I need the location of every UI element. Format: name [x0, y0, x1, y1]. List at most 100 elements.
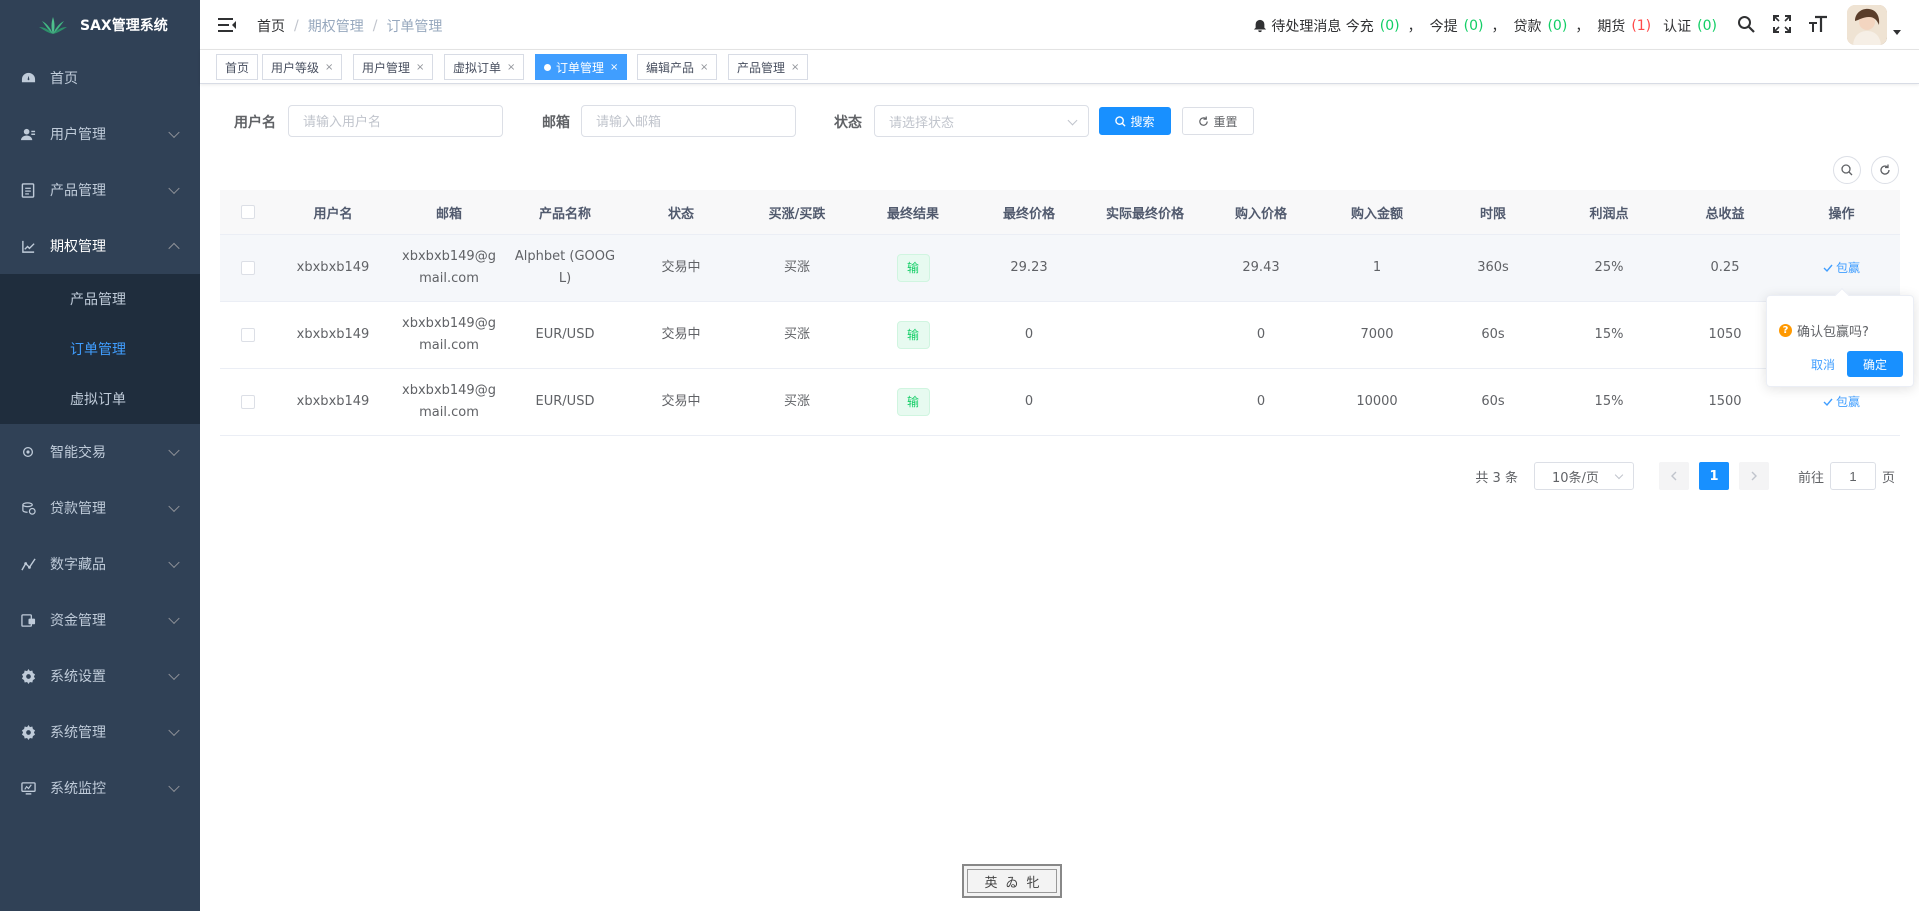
search-icon[interactable] [1735, 13, 1757, 35]
table-row[interactable]: xbxbxb149 xbxbxb149@gmail.com EUR/USD 交易… [220, 369, 1900, 436]
sidebar-item-system-settings[interactable]: 系统设置 [0, 648, 200, 704]
cell-time-limit: 60s [1481, 394, 1505, 409]
sidebar-item-digital-collections[interactable]: 数字藏品 [0, 536, 200, 592]
hamburger-icon[interactable] [217, 15, 237, 35]
header-select-all[interactable] [220, 190, 275, 234]
column-header: 状态 [667, 206, 694, 222]
breadcrumb: 首页 / 期权管理 / 订单管理 [257, 16, 442, 36]
notice-prefix: 待处理消息 今充 [1271, 19, 1374, 35]
sidebar-item-home[interactable]: 首页 [0, 50, 200, 106]
sidebar-item-loan-management[interactable]: 贷款管理 [0, 480, 200, 536]
close-icon[interactable]: × [416, 62, 424, 73]
confirm-button[interactable]: 确定 [1847, 351, 1903, 377]
submenu-item-order-management[interactable]: 订单管理 [0, 324, 200, 374]
guarantee-win-button[interactable]: 包赢 [1823, 257, 1860, 279]
reset-button[interactable]: 重置 [1182, 107, 1254, 135]
page-size-select[interactable]: 10条/页 [1533, 462, 1634, 490]
avatar[interactable] [1847, 5, 1887, 45]
search-button[interactable]: 搜索 [1099, 107, 1171, 135]
check-icon [1823, 398, 1833, 407]
app-logo[interactable]: SAX管理系统 [0, 0, 200, 50]
cancel-button[interactable]: 取消 [1811, 356, 1835, 373]
close-icon[interactable]: × [700, 62, 708, 73]
search-icon [1115, 115, 1127, 127]
stamp-char: 牝 [1026, 875, 1040, 891]
money-icon [20, 500, 36, 516]
table-row[interactable]: xbxbxb149 xbxbxb149@gmail.com Alphbet (G… [220, 235, 1900, 302]
sidebar-item-system-monitor[interactable]: 系统监控 [0, 760, 200, 816]
column-header: 购入金额 [1350, 206, 1403, 222]
guarantee-win-button[interactable]: 包赢 [1823, 391, 1860, 413]
pagination: 共 3 条 10条/页 1 前往 页 [1475, 462, 1895, 490]
question-icon: ? [1779, 324, 1792, 337]
notice-separator: ， [1491, 19, 1506, 35]
row-checkbox[interactable] [240, 328, 255, 342]
sidebar-item-label: 系统监控 [50, 781, 106, 797]
futures-label: 期货 [1597, 19, 1626, 35]
next-page-button[interactable] [1738, 462, 1769, 490]
reset-button-label: 重置 [1213, 114, 1238, 129]
sidebar-item-fund-management[interactable]: 资金管理 [0, 592, 200, 648]
sidebar-item-options-management[interactable]: 期权管理 [0, 218, 200, 274]
select-all-checkbox[interactable] [240, 205, 255, 219]
stamp-char: ゐ [1005, 875, 1019, 891]
loan-count[interactable]: (0) [1547, 18, 1567, 34]
cell-email: xbxbxb149@gmail.com [402, 383, 496, 420]
sidebar-item-user-management[interactable]: 用户管理 [0, 106, 200, 162]
tag-edit-product[interactable]: 编辑产品 × [637, 54, 718, 80]
trend-icon [20, 556, 36, 572]
app-title: SAX管理系统 [80, 18, 168, 34]
tag-virtual-orders[interactable]: 虚拟订单 × [444, 54, 525, 80]
auth-count[interactable]: (0) [1697, 18, 1717, 34]
caret-down-icon[interactable] [1893, 30, 1901, 35]
toggle-search-button[interactable] [1833, 156, 1861, 184]
tag-order-management[interactable]: 订单管理 × [535, 54, 628, 80]
pending-notice[interactable]: 待处理消息 今充 (0) ， 今提 (0) ， 贷款 (0) ， 期货 (1) … [1253, 16, 1717, 36]
tag-label: 用户等级 [271, 60, 320, 75]
status-select[interactable]: 请选择状态 [874, 105, 1089, 137]
fullscreen-icon[interactable] [1771, 13, 1793, 35]
column-header: 最终结果 [886, 206, 939, 222]
row-select[interactable] [220, 235, 275, 301]
submenu-item-product-management[interactable]: 产品管理 [0, 274, 200, 324]
column-header: 总收益 [1705, 206, 1745, 222]
email-input[interactable] [581, 105, 796, 137]
row-select[interactable] [220, 369, 275, 435]
sidebar-item-smart-trading[interactable]: 智能交易 [0, 424, 200, 480]
table-row[interactable]: xbxbxb149 xbxbxb149@gmail.com EUR/USD 交易… [220, 302, 1900, 369]
breadcrumb-home[interactable]: 首页 [257, 16, 285, 36]
refresh-button[interactable] [1871, 156, 1899, 184]
tag-home[interactable]: 首页 [216, 54, 259, 80]
tag-user-management[interactable]: 用户管理 × [353, 54, 434, 80]
notice-separator: ， [1575, 19, 1590, 35]
close-icon[interactable]: × [791, 62, 799, 73]
goto-page-input[interactable] [1829, 462, 1876, 490]
futures-count[interactable]: (1) [1631, 18, 1651, 34]
prev-page-button[interactable] [1658, 462, 1689, 490]
sidebar-item-product-management[interactable]: 产品管理 [0, 162, 200, 218]
close-icon[interactable]: × [507, 62, 515, 73]
page-number-current[interactable]: 1 [1698, 462, 1729, 490]
username-input[interactable] [288, 105, 503, 137]
withdraw-count[interactable]: (0) [1464, 18, 1484, 34]
chevron-down-icon [168, 500, 180, 513]
close-icon[interactable]: × [325, 62, 333, 73]
sidebar-item-label: 系统设置 [50, 669, 106, 685]
username-label: 用户名 [234, 115, 276, 131]
tag-product-management[interactable]: 产品管理 × [728, 54, 809, 80]
sidebar-item-system-management[interactable]: 系统管理 [0, 704, 200, 760]
row-checkbox[interactable] [240, 261, 255, 275]
close-icon[interactable]: × [610, 62, 618, 73]
submenu-item-virtual-orders[interactable]: 虚拟订单 [0, 374, 200, 424]
cell-buy-price: 0 [1256, 394, 1266, 409]
font-size-icon[interactable] [1807, 13, 1829, 35]
cell-final-price: 0 [1024, 394, 1034, 409]
tag-user-level[interactable]: 用户等级 × [262, 54, 343, 80]
tag-label: 产品管理 [737, 60, 786, 75]
sidebar-item-label: 资金管理 [50, 613, 106, 629]
recharge-count[interactable]: (0) [1380, 18, 1400, 34]
row-checkbox[interactable] [240, 395, 255, 409]
page-size-value: 10条/页 [1551, 470, 1599, 486]
user-icon [20, 126, 36, 142]
row-select[interactable] [220, 302, 275, 368]
